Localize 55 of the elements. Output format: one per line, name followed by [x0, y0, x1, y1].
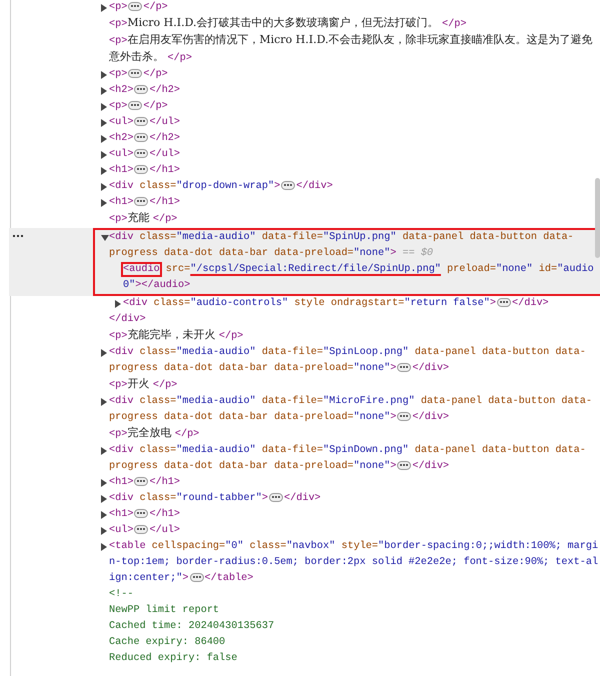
- ellipsis-button[interactable]: [496, 298, 511, 307]
- element-row[interactable]: <div class="media-audio" data-file="SpinLoop.png" data-panel data-button data-progress data-dot data-bar data-preload="none"> </div>: [109, 345, 600, 377]
- ellipsis-button[interactable]: [128, 68, 142, 78]
- collapsed-arrow-icon[interactable]: [115, 300, 121, 308]
- element-row[interactable]: <p> </p>: [109, 99, 600, 115]
- element-row[interactable]: <div class="media-audio" data-file="MicroFire.png" data-panel data-button data-progress data-dot data-bar data-preload="none"> </div>: [109, 394, 600, 426]
- ellipsis-button[interactable]: [134, 508, 148, 518]
- ellipsis-button[interactable]: [134, 196, 148, 206]
- element-row[interactable]: <p>在启用友军伤害的情况下，Micro H.I.D.不会击毙队友，除非玩家直接瞄准队友。这是为了避免意外击杀。 </p>: [109, 33, 600, 67]
- element-row[interactable]: <p>充能 </p>: [109, 211, 600, 228]
- ellipsis-button[interactable]: [134, 476, 148, 486]
- ellipsis-button[interactable]: [397, 460, 412, 470]
- element-row[interactable]: <audio src="/scpsl/Special:Redirect/file/SpinUp.png" preload="none" id="audio0"></audio>: [123, 262, 600, 294]
- ellipsis-button[interactable]: [134, 116, 148, 126]
- element-row[interactable]: <div class="media-audio" data-file="SpinUp.png" data-panel data-button data-progress data-dot data-bar data-preload="none"> == $0: [109, 230, 600, 262]
- ellipsis-button[interactable]: [134, 132, 148, 142]
- collapsed-arrow-icon[interactable]: [101, 349, 107, 357]
- expanded-arrow-icon[interactable]: [101, 235, 109, 241]
- ellipsis-button[interactable]: [134, 524, 148, 534]
- element-row[interactable]: <p>Micro H.I.D.会打破其击中的大多数玻璃窗户，但无法打破门。 </p>: [109, 16, 600, 33]
- ellipsis-button[interactable]: [397, 362, 412, 372]
- html-comment[interactable]: <!-- NewPP limit report Cached time: 20240430135637 Cache expiry: 86400 Reduced expiry: false: [109, 587, 600, 667]
- element-row[interactable]: <p>完全放电 </p>: [109, 426, 600, 443]
- element-row[interactable]: <h1> </h1>: [109, 163, 600, 179]
- ellipsis-button[interactable]: [134, 148, 148, 158]
- element-row[interactable]: <ul> </ul>: [109, 147, 600, 163]
- element-row[interactable]: <p>充能完毕，未开火 </p>: [109, 328, 600, 345]
- collapsed-arrow-icon[interactable]: [101, 398, 107, 406]
- element-row[interactable]: <p> </p>: [109, 0, 600, 16]
- ellipsis-button[interactable]: [281, 180, 296, 190]
- element-row[interactable]: <p>开火 </p>: [109, 377, 600, 394]
- element-row[interactable]: <div class="media-audio" data-file="SpinDown.png" data-panel data-button data-progress data-dot data-bar data-preload="none"> </div>: [109, 443, 600, 475]
- collapsed-arrow-icon[interactable]: [101, 447, 107, 455]
- element-row[interactable]: <h1> </h1>: [109, 507, 600, 523]
- closing-tag[interactable]: </div>: [109, 314, 146, 325]
- ellipsis-button[interactable]: [128, 100, 142, 110]
- ellipsis-button[interactable]: [134, 84, 148, 94]
- element-row[interactable]: <h2> </h2>: [109, 83, 600, 99]
- ellipsis-button[interactable]: [128, 2, 142, 11]
- element-row[interactable]: <table cellspacing="0" class="navbox" style="border-spacing:0;;width:100%; margin-top:1em; border-radius:0.5em; border:2px solid #2e2e2e; font-size:90%; text-align:center;"> </table>: [109, 539, 600, 587]
- ellipsis-button[interactable]: [268, 492, 283, 502]
- element-row[interactable]: <h1> </h1>: [109, 475, 600, 491]
- ellipsis-button[interactable]: [134, 164, 148, 174]
- element-row[interactable]: <ul> </ul>: [109, 115, 600, 131]
- element-row[interactable]: <p> </p>: [109, 67, 600, 83]
- element-row[interactable]: <ul> </ul>: [109, 523, 600, 539]
- ellipsis-button[interactable]: [190, 572, 204, 582]
- element-row[interactable]: <div class="audio-controls" style ondragstart="return false"> </div>: [123, 296, 600, 312]
- element-row[interactable]: <h2> </h2>: [109, 131, 600, 147]
- ellipsis-button[interactable]: [397, 412, 412, 421]
- collapsed-arrow-icon[interactable]: [101, 4, 107, 12]
- element-row[interactable]: <div class="drop-down-wrap"> </div>: [109, 179, 600, 195]
- scrollbar-thumb[interactable]: [595, 178, 600, 258]
- element-row[interactable]: <h1> </h1>: [109, 195, 600, 211]
- element-row[interactable]: <div class="round-tabber"> </div>: [109, 491, 600, 507]
